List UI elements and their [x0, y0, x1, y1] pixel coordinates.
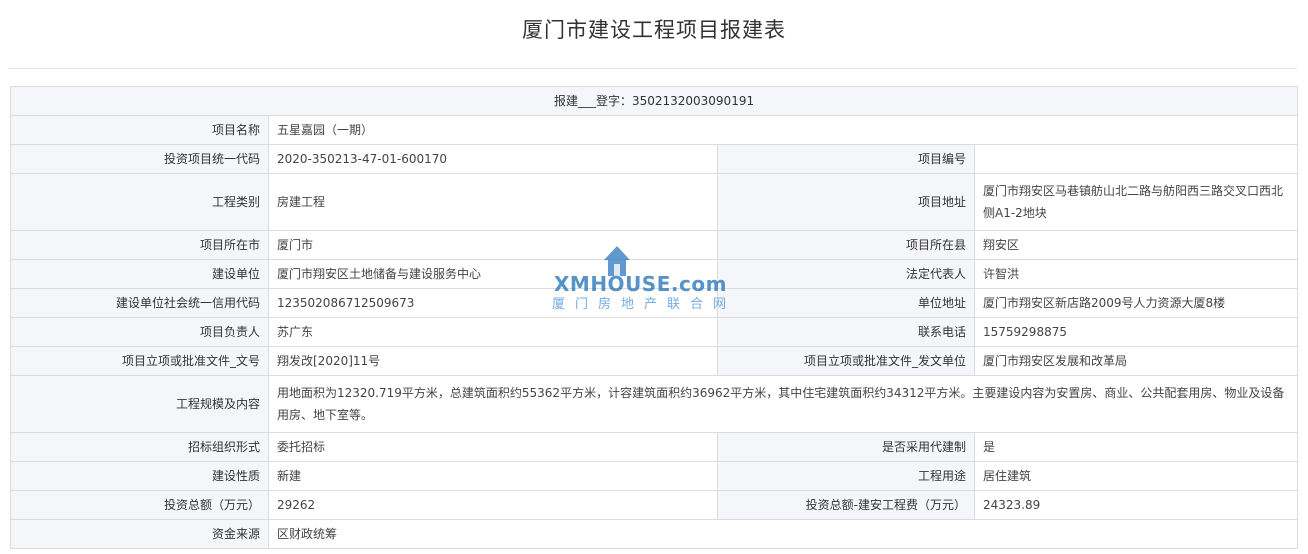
funding-label: 资金来源	[10, 519, 269, 549]
project-no-value	[973, 144, 1299, 174]
scale-label: 工程规模及内容	[10, 375, 269, 433]
legal-rep-label: 法定代表人	[717, 259, 975, 289]
manager-label: 项目负责人	[10, 317, 269, 347]
unit-address-label: 单位地址	[717, 288, 975, 318]
project-no-label: 项目编号	[717, 144, 975, 174]
builder-label: 建设单位	[10, 259, 269, 289]
phone-label: 联系电话	[717, 317, 975, 347]
project-name-label: 项目名称	[10, 115, 269, 145]
invest-code-value: 2020-350213-47-01-600170	[268, 144, 718, 174]
project-registration-table: 报建___登字：3502132003090191 项目名称 五星嘉园（一期） 投…	[9, 86, 1299, 549]
credit-code-label: 建设单位社会统一信用代码	[10, 288, 269, 318]
nature-value: 新建	[268, 461, 718, 491]
approval-no-label: 项目立项或批准文件_文号	[10, 346, 269, 376]
tender-value: 委托招标	[268, 432, 718, 462]
scale-value: 用地面积为12320.719平方米，总建筑面积约55362平方米，计容建筑面积约…	[267, 375, 1299, 433]
category-value: 房建工程	[268, 173, 718, 231]
county-value: 翔安区	[973, 230, 1299, 260]
funding-value: 区财政统筹	[267, 519, 1299, 549]
investment-value: 29262	[268, 490, 718, 520]
category-label: 工程类别	[10, 173, 269, 231]
city-label: 项目所在市	[10, 230, 269, 260]
install-cost-label: 投资总额-建安工程费（万元）	[717, 490, 975, 520]
nature-label: 建设性质	[10, 461, 269, 491]
usage-value: 居住建筑	[973, 461, 1299, 491]
tender-label: 招标组织形式	[10, 432, 269, 462]
usage-label: 工程用途	[717, 461, 975, 491]
city-value: 厦门市	[268, 230, 718, 260]
approval-unit-value: 厦门市翔安区发展和改革局	[973, 346, 1299, 376]
manager-value: 苏广东	[268, 317, 718, 347]
legal-rep-value: 许智洪	[973, 259, 1299, 289]
page-title: 厦门市建设工程项目报建表	[522, 18, 786, 42]
agent-label: 是否采用代建制	[717, 432, 975, 462]
investment-label: 投资总额（万元）	[10, 490, 269, 520]
title-divider	[8, 68, 1297, 69]
address-value: 厦门市翔安区马巷镇舫山北二路与舫阳西三路交叉口西北侧A1-2地块	[973, 173, 1299, 231]
registration-number: 报建___登字：3502132003090191	[9, 86, 1299, 116]
invest-code-label: 投资项目统一代码	[10, 144, 269, 174]
approval-no-value: 翔发改[2020]11号	[268, 346, 718, 376]
address-label: 项目地址	[717, 173, 975, 231]
county-label: 项目所在县	[717, 230, 975, 260]
phone-value: 15759298875	[973, 317, 1299, 347]
install-cost-value: 24323.89	[973, 490, 1299, 520]
approval-unit-label: 项目立项或批准文件_发文单位	[717, 346, 975, 376]
project-name-value: 五星嘉园（一期）	[267, 115, 1299, 145]
credit-code-value: 123502086712509673	[268, 288, 718, 318]
builder-value: 厦门市翔安区土地储备与建设服务中心	[268, 259, 718, 289]
unit-address-value: 厦门市翔安区新店路2009号人力资源大厦8楼	[973, 288, 1299, 318]
agent-value: 是	[973, 432, 1299, 462]
